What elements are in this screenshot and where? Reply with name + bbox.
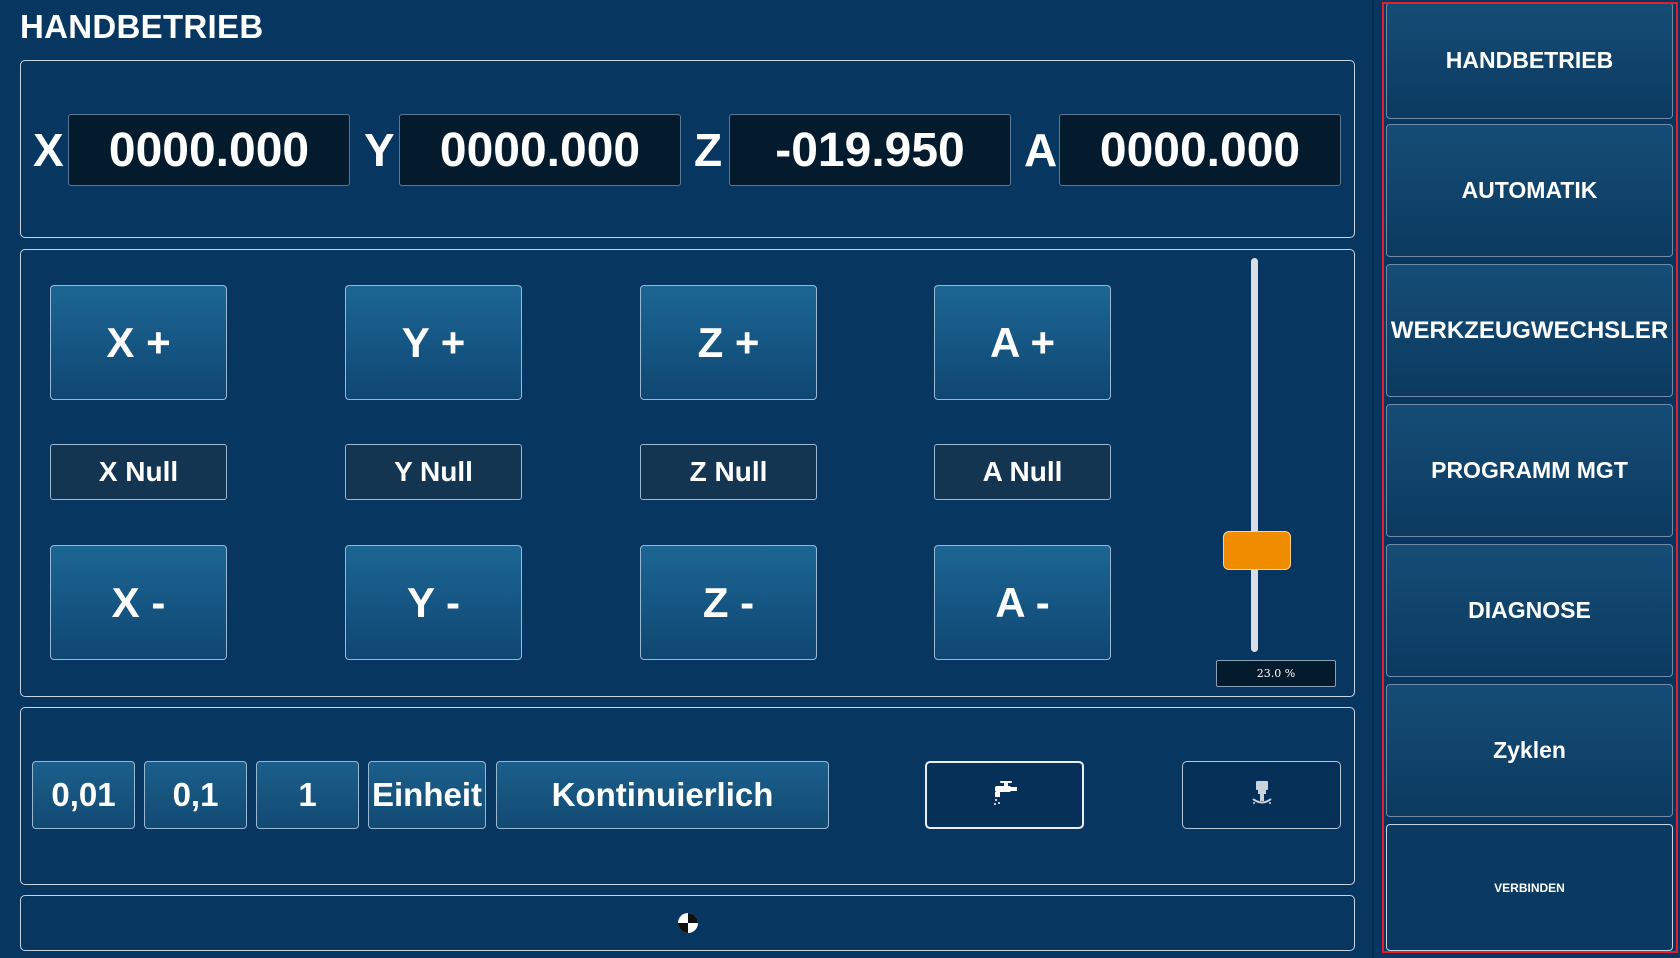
a-axis-label: A (1024, 124, 1058, 176)
y-axis-label: Y (364, 124, 395, 176)
jog-x-plus-button[interactable]: X + (50, 285, 227, 400)
spindle-button[interactable] (1182, 761, 1341, 829)
a-null-button[interactable]: A Null (934, 444, 1111, 500)
jog-z-minus-button[interactable]: Z - (640, 545, 817, 660)
jog-a-minus-button[interactable]: A - (934, 545, 1111, 660)
x-position-display: 0000.000 (68, 114, 350, 186)
faucet-icon (990, 780, 1020, 811)
nav-verbinden[interactable]: VERBINDEN (1386, 824, 1673, 951)
app-root: HANDBETRIEB X 0000.000 Y 0000.000 Z -019… (0, 0, 1680, 958)
coolant-button[interactable] (925, 761, 1084, 829)
y-position-display: 0000.000 (399, 114, 681, 186)
nav-diagnose[interactable]: DIAGNOSE (1386, 544, 1673, 677)
nav-programm-mgt[interactable]: PROGRAMM MGT (1386, 404, 1673, 537)
jog-a-plus-button[interactable]: A + (934, 285, 1111, 400)
a-position-display: 0000.000 (1059, 114, 1341, 186)
jog-z-plus-button[interactable]: Z + (640, 285, 817, 400)
step-1-button[interactable]: 1 (256, 761, 359, 829)
z-position-display: -019.950 (729, 114, 1011, 186)
step-0-01-button[interactable]: 0,01 (32, 761, 135, 829)
page-title: HANDBETRIEB (20, 8, 264, 45)
feed-override-value: 23.0 % (1216, 660, 1336, 687)
reference-point-icon (676, 911, 700, 940)
y-null-button[interactable]: Y Null (345, 444, 522, 500)
step-continuous-button[interactable]: Kontinuierlich (496, 761, 829, 829)
z-null-button[interactable]: Z Null (640, 444, 817, 500)
z-axis-label: Z (694, 124, 723, 176)
step-0-1-button[interactable]: 0,1 (144, 761, 247, 829)
jog-x-minus-button[interactable]: X - (50, 545, 227, 660)
nav-werkzeugwechsler[interactable]: WERKZEUGWECHSLER (1386, 264, 1673, 397)
jog-y-plus-button[interactable]: Y + (345, 285, 522, 400)
feed-override-track[interactable] (1251, 258, 1258, 652)
spindle-icon (1249, 779, 1275, 812)
sidebar-divider (1372, 0, 1374, 958)
x-axis-label: X (33, 124, 64, 176)
nav-automatik[interactable]: AUTOMATIK (1386, 124, 1673, 257)
jog-y-minus-button[interactable]: Y - (345, 545, 522, 660)
x-null-button[interactable]: X Null (50, 444, 227, 500)
step-unit-button[interactable]: Einheit (368, 761, 486, 829)
nav-zyklen[interactable]: Zyklen (1386, 684, 1673, 817)
feed-override-thumb[interactable] (1223, 531, 1291, 570)
nav-handbetrieb[interactable]: HANDBETRIEB (1386, 2, 1673, 119)
